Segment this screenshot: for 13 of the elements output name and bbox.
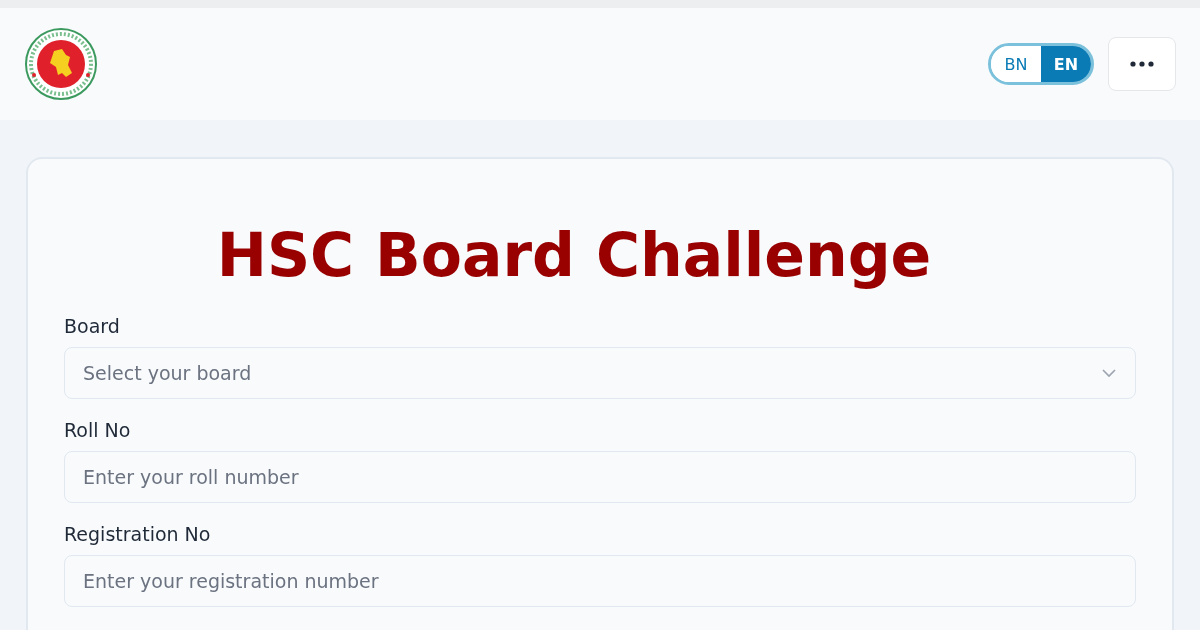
page-title: HSC Board Challenge xyxy=(215,219,933,292)
field-label: Registration No xyxy=(64,523,212,545)
chevron-down-icon xyxy=(1101,368,1117,378)
more-icon xyxy=(1130,61,1154,67)
field-label: Roll No xyxy=(64,419,132,441)
input-field[interactable]: Enter your registration number xyxy=(64,555,1136,607)
emblem-icon xyxy=(24,27,98,101)
language-option[interactable]: BN xyxy=(991,46,1041,82)
field-label: Board xyxy=(64,315,121,337)
more-button[interactable] xyxy=(1108,37,1176,91)
language-option[interactable]: EN xyxy=(1041,46,1091,82)
input-field[interactable]: Enter your roll number xyxy=(64,451,1136,503)
board-select[interactable]: Select your board xyxy=(64,347,1136,399)
